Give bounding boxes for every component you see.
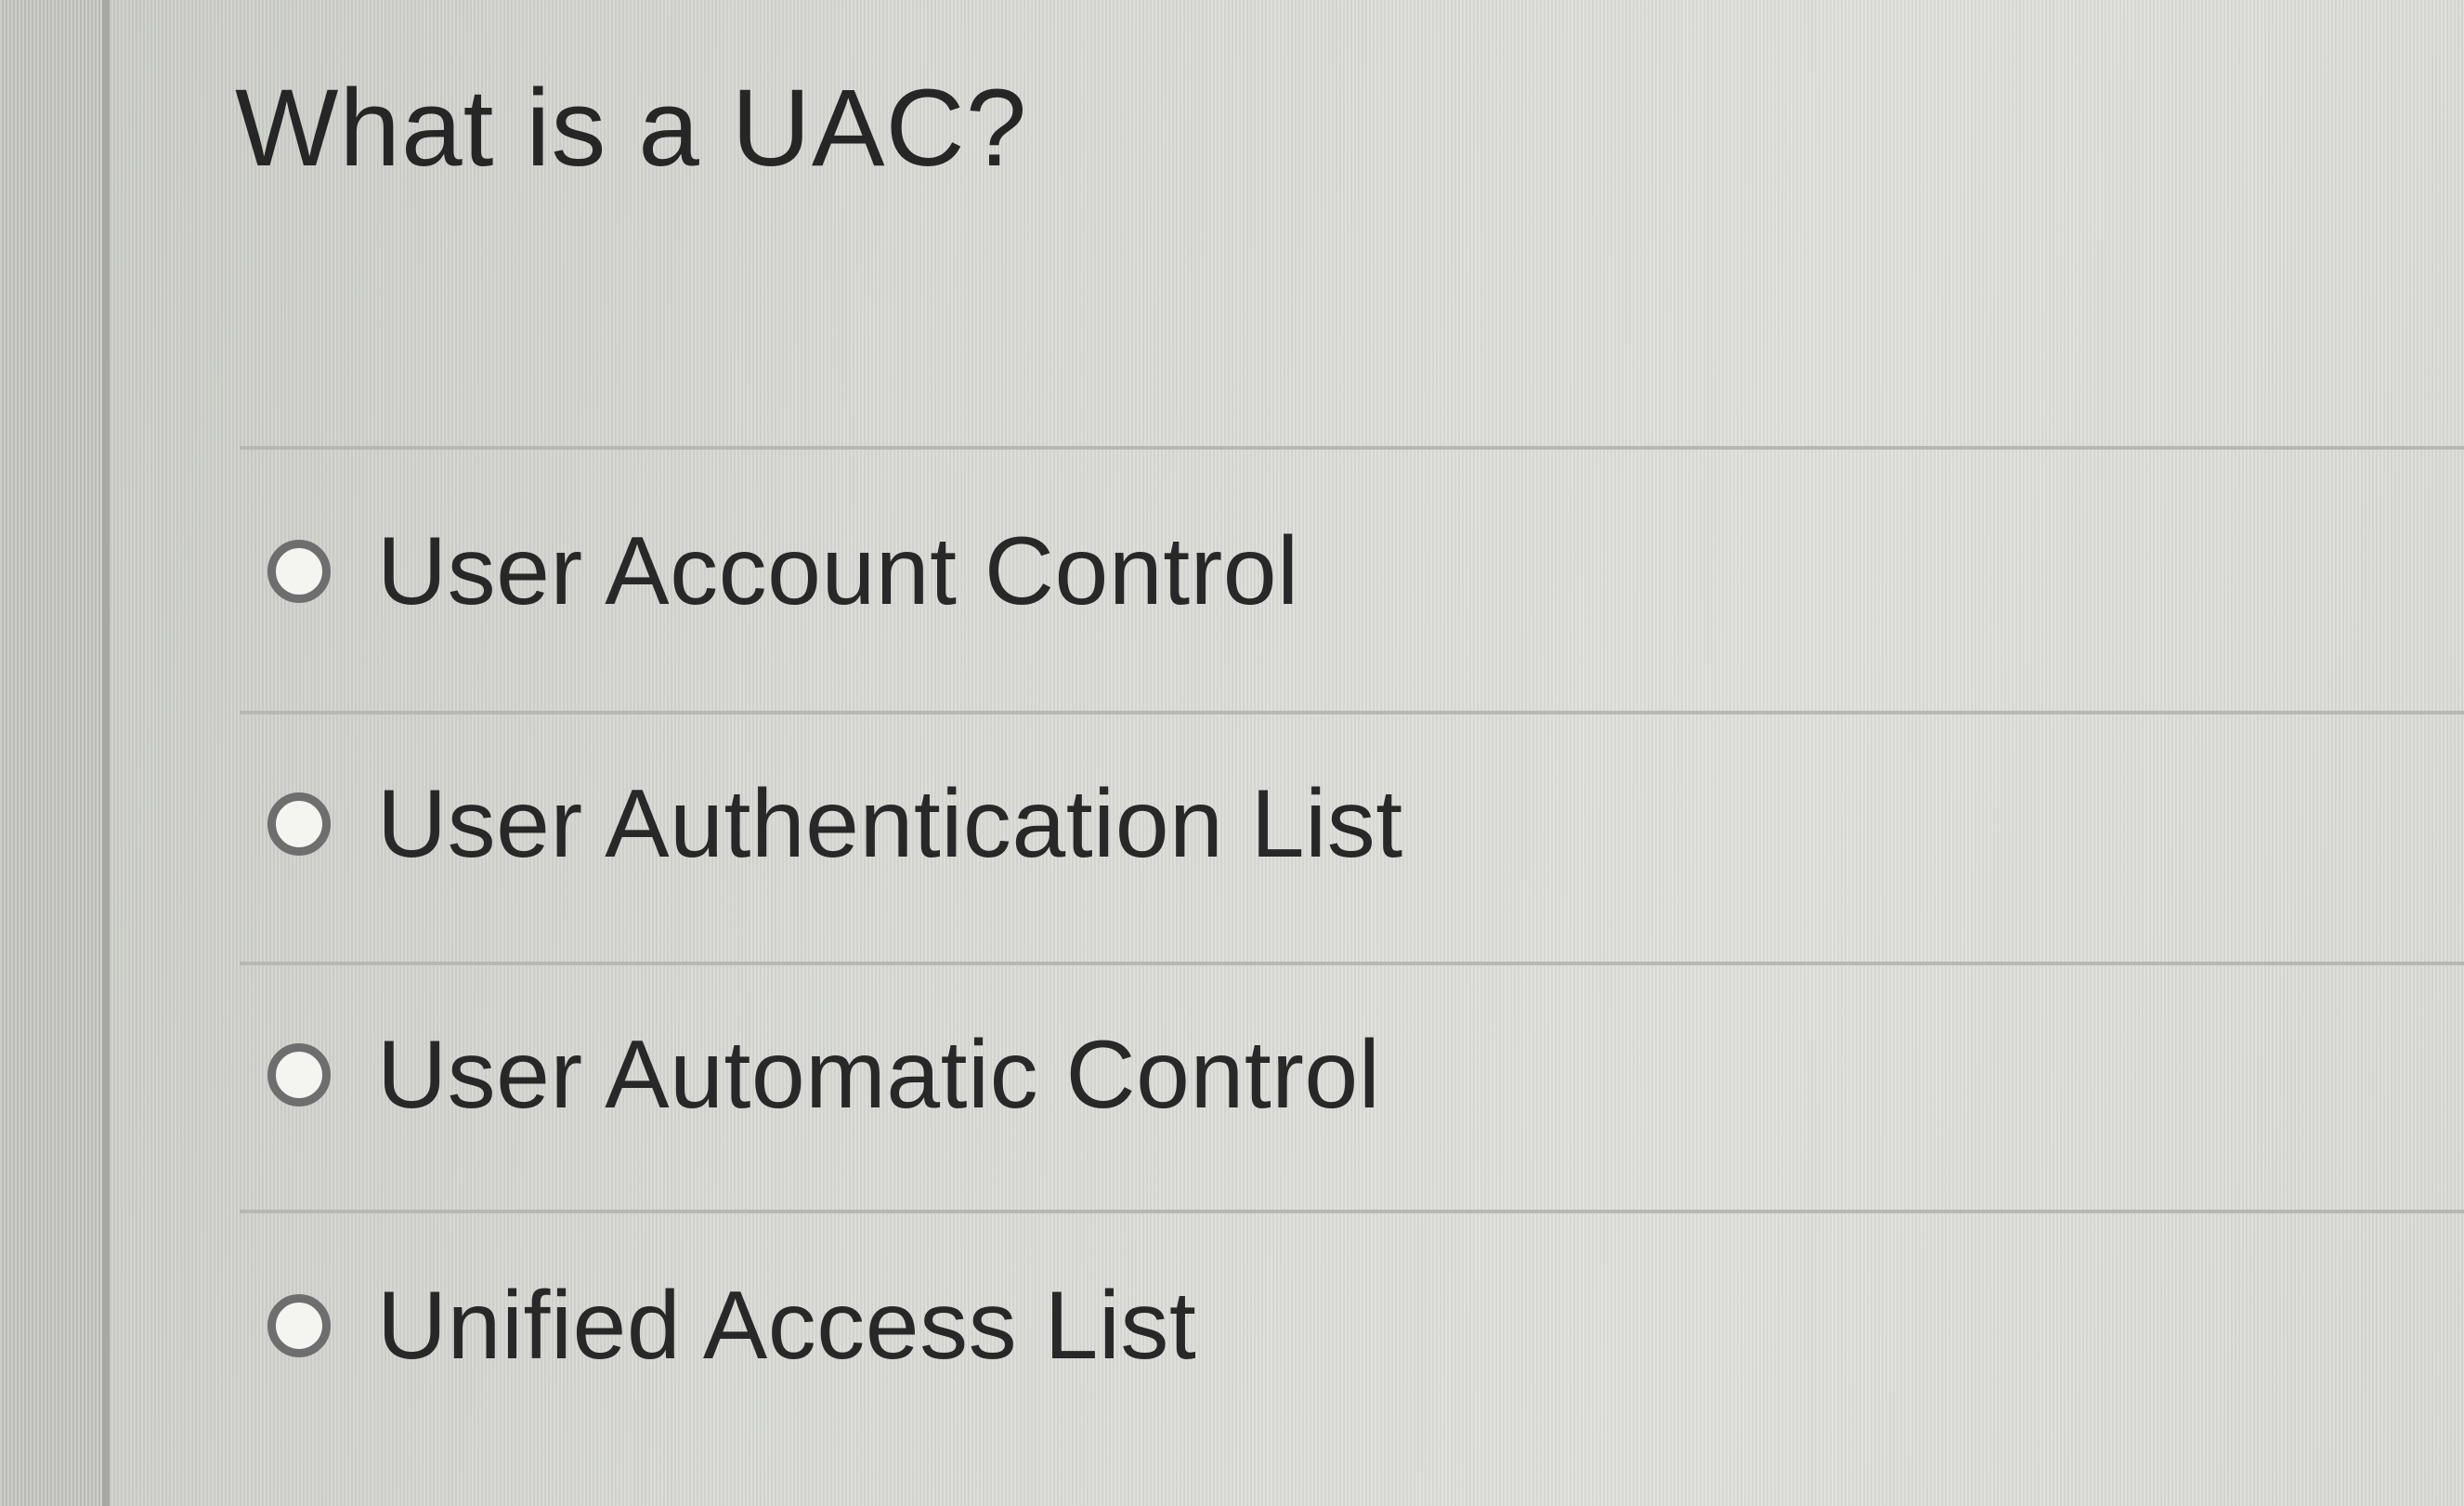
answer-divider [240,711,2464,714]
radio-button-icon[interactable] [267,792,331,856]
answer-option-label: User Automatic Control [377,1020,1381,1129]
radio-button-icon[interactable] [267,540,331,603]
radio-button-icon[interactable] [267,1043,331,1107]
answer-option-user-authentication-list[interactable]: User Authentication List [267,754,2404,894]
answer-option-user-automatic-control[interactable]: User Automatic Control [267,1005,2404,1145]
answer-divider [240,1210,2464,1213]
question-card: What is a UAC? User Account Control User… [110,0,2464,1506]
question-title: What is a UAC? [235,67,1028,190]
answer-option-user-account-control[interactable]: User Account Control [267,502,2404,641]
answer-option-label: Unified Access List [377,1271,1197,1380]
answer-option-label: User Account Control [377,517,1299,625]
panel-border [102,0,110,1506]
radio-button-icon[interactable] [267,1294,331,1357]
answer-divider [240,962,2464,965]
answer-option-unified-access-list[interactable]: Unified Access List [267,1256,2404,1395]
answer-option-label: User Authentication List [377,769,1403,878]
left-panel [0,0,102,1506]
quiz-screen: What is a UAC? User Account Control User… [0,0,2464,1506]
answer-divider [240,446,2464,450]
